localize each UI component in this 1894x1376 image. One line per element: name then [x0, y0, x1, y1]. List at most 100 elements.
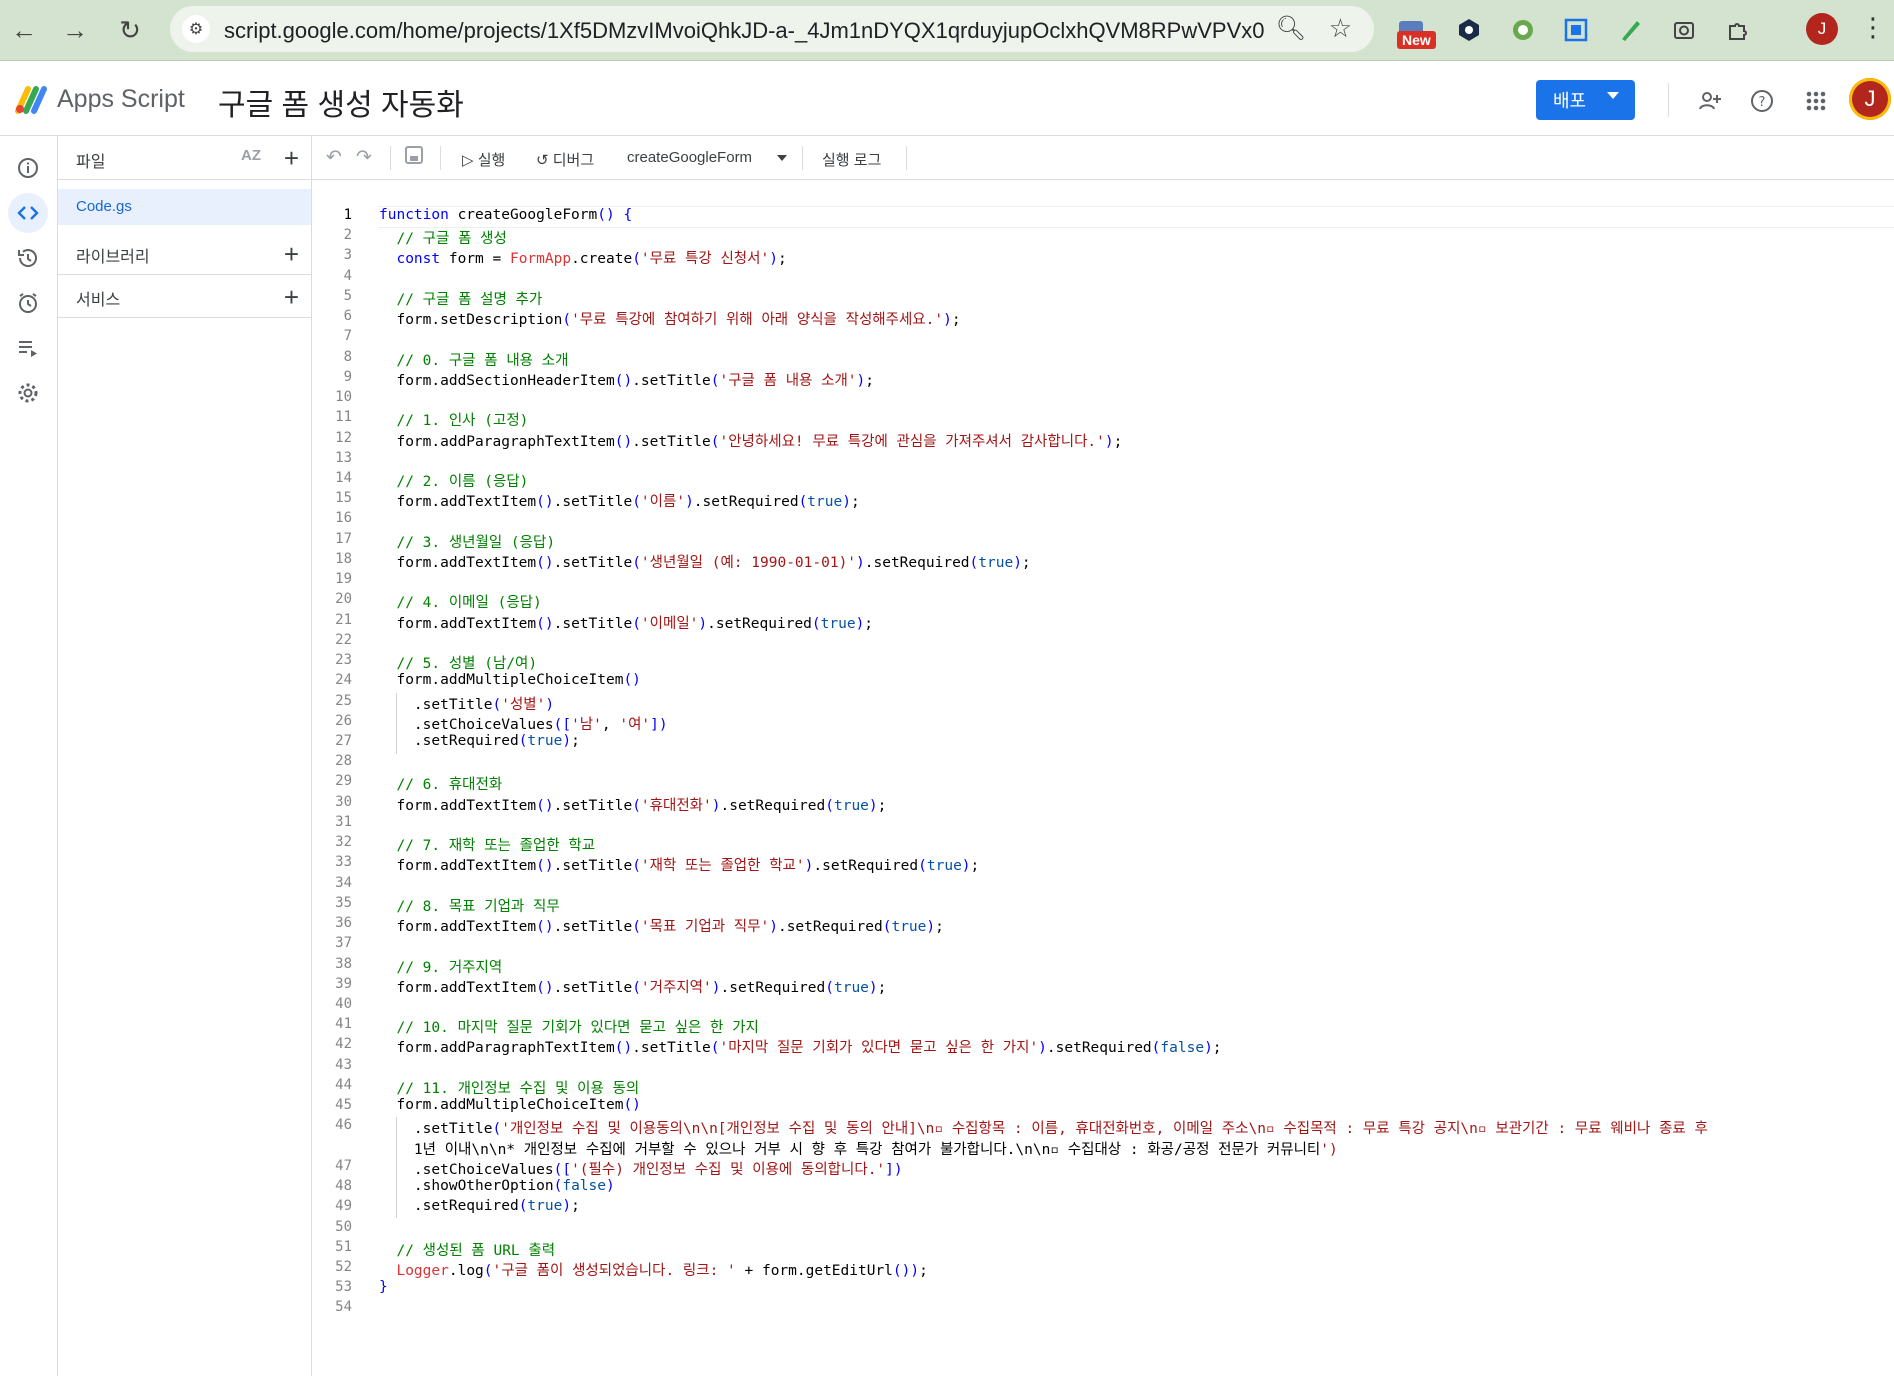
- app-name[interactable]: Apps Script: [57, 85, 185, 114]
- code-line[interactable]: // 구글 폼 설명 추가: [379, 288, 542, 308]
- code-line[interactable]: const form = FormApp.create('무료 특강 신청서')…: [379, 247, 786, 267]
- address-bar[interactable]: ⚙ script.google.com/home/projects/1Xf5DM…: [170, 6, 1374, 52]
- code-line[interactable]: // 8. 목표 기업과 직무: [379, 895, 559, 915]
- history-icon[interactable]: [8, 238, 48, 278]
- line-number: 38: [335, 956, 352, 972]
- code-line[interactable]: .showOtherOption(false): [379, 1178, 615, 1198]
- deploy-button[interactable]: 배포: [1536, 80, 1635, 120]
- line-number: 53: [335, 1279, 352, 1295]
- triggers-alarm-icon[interactable]: [8, 283, 48, 323]
- code-line[interactable]: .setTitle('성별'): [379, 693, 554, 713]
- app-header: Apps Script 구글 폼 생성 자동화 배포 ? J: [0, 61, 1894, 136]
- code-line[interactable]: Logger.log('구글 폼이 생성되었습니다. 링크: ' + form.…: [379, 1259, 927, 1279]
- code-line[interactable]: // 1. 인사 (고정): [379, 409, 528, 429]
- chevron-down-icon[interactable]: [777, 155, 787, 161]
- pen-icon[interactable]: [1613, 13, 1647, 47]
- code-line[interactable]: .setRequired(true);: [379, 733, 580, 753]
- line-number: 1: [343, 207, 352, 223]
- code-line[interactable]: // 9. 거주지역: [379, 956, 502, 976]
- line-number: 2: [343, 227, 352, 243]
- add-file-plus-icon[interactable]: +: [284, 145, 299, 171]
- code-line[interactable]: form.addTextItem().setTitle('이메일').setRe…: [379, 612, 873, 632]
- line-number: 47: [335, 1158, 352, 1174]
- code-line[interactable]: .setTitle('개인정보 수집 및 이용동의\n\n[개인정보 수집 및 …: [379, 1117, 1708, 1137]
- extensions-puzzle-icon[interactable]: [1721, 13, 1755, 47]
- code-line[interactable]: // 7. 재학 또는 졸업한 학교: [379, 834, 595, 854]
- back-icon[interactable]: ←: [6, 12, 42, 48]
- user-avatar[interactable]: J: [1849, 78, 1891, 120]
- apps-grid-icon[interactable]: [1800, 85, 1832, 117]
- files-header: 파일 AZ +: [58, 136, 311, 180]
- run-button[interactable]: ▷ 실행: [462, 149, 505, 170]
- help-icon[interactable]: ?: [1746, 85, 1778, 117]
- redo-icon[interactable]: ↷: [356, 146, 372, 169]
- line-number: 30: [335, 794, 352, 810]
- browser-menu-icon[interactable]: ⋮: [1860, 12, 1886, 43]
- code-line[interactable]: // 생성된 폼 URL 출력: [379, 1239, 555, 1259]
- code-line[interactable]: form.addTextItem().setTitle('생년월일 (예: 19…: [379, 551, 1030, 571]
- code-line[interactable]: // 11. 개인정보 수집 및 이용 동의: [379, 1077, 639, 1097]
- execution-log-button[interactable]: 실행 로그: [822, 149, 881, 170]
- debug-label: 디버그: [552, 152, 595, 169]
- code-line[interactable]: // 6. 휴대전화: [379, 773, 502, 793]
- sort-az-icon[interactable]: AZ: [241, 147, 261, 164]
- code-line[interactable]: // 10. 마지막 질문 기회가 있다면 묻고 싶은 한 가지: [379, 1016, 758, 1036]
- code-line[interactable]: form.addMultipleChoiceItem(): [379, 1097, 640, 1117]
- file-item-code-gs[interactable]: Code.gs: [58, 189, 311, 225]
- code-editor[interactable]: 1 2 3 4 5 6 7 8 9 10 11 12 13 14 15 16 17 18 19 20 21 22 23 24 2…: [312, 180, 1894, 1376]
- code-line[interactable]: // 3. 생년월일 (응답): [379, 531, 555, 551]
- code-line[interactable]: // 2. 이름 (응답): [379, 470, 528, 490]
- function-selector[interactable]: createGoogleForm: [627, 149, 752, 166]
- line-number: 33: [335, 854, 352, 870]
- extension-hex-icon[interactable]: [1452, 13, 1486, 47]
- camera-icon[interactable]: [1667, 13, 1701, 47]
- line-number: 37: [335, 935, 352, 951]
- code-line[interactable]: form.addTextItem().setTitle('이름').setReq…: [379, 490, 859, 510]
- debug-button[interactable]: ↺ 디버그: [536, 149, 594, 170]
- code-line[interactable]: function createGoogleForm() {: [379, 207, 632, 227]
- editor-code-icon[interactable]: [8, 193, 48, 233]
- code-line[interactable]: .setChoiceValues(['(필수) 개인정보 수집 및 이용에 동의…: [379, 1158, 903, 1178]
- code-line[interactable]: form.addTextItem().setTitle('재학 또는 졸업한 학…: [379, 854, 979, 874]
- project-title[interactable]: 구글 폼 생성 자동화: [218, 80, 464, 124]
- browser-profile-avatar[interactable]: J: [1806, 13, 1838, 45]
- executions-list-icon[interactable]: [8, 328, 48, 368]
- extension-color-icon[interactable]: [1506, 13, 1540, 47]
- overview-info-icon[interactable]: [8, 148, 48, 188]
- add-service-plus-icon[interactable]: +: [284, 284, 299, 310]
- settings-gear-icon[interactable]: [8, 373, 48, 413]
- line-number: 27: [335, 733, 352, 749]
- reload-icon[interactable]: ↻: [112, 12, 148, 48]
- undo-icon[interactable]: ↶: [326, 146, 342, 169]
- services-section[interactable]: 서비스 +: [58, 275, 311, 318]
- code-line[interactable]: 1년 이내\n\n* 개인정보 수집에 거부할 수 있으나 거부 시 향 후 특…: [379, 1138, 1338, 1158]
- add-library-plus-icon[interactable]: +: [284, 241, 299, 267]
- site-settings-icon[interactable]: ⚙: [182, 15, 210, 43]
- url-text[interactable]: script.google.com/home/projects/1Xf5DMzv…: [224, 18, 1264, 44]
- line-number: 5: [343, 288, 352, 304]
- zoom-icon[interactable]: 🔍︎: [1276, 14, 1306, 43]
- code-line[interactable]: form.setDescription('무료 특강에 참여하기 위해 아래 양…: [379, 308, 960, 328]
- apps-script-logo: [15, 86, 47, 114]
- screen-capture-icon[interactable]: [1559, 13, 1593, 47]
- code-line[interactable]: // 구글 폼 생성: [379, 227, 506, 247]
- code-line[interactable]: form.addTextItem().setTitle('목표 기업과 직무')…: [379, 915, 943, 935]
- code-line[interactable]: form.addTextItem().setTitle('휴대전화').setR…: [379, 794, 886, 814]
- libraries-section[interactable]: 라이브러리 +: [58, 232, 311, 275]
- code-line[interactable]: form.addParagraphTextItem().setTitle('마지…: [379, 1036, 1221, 1056]
- code-line[interactable]: // 5. 성별 (남/여): [379, 652, 537, 672]
- code-line[interactable]: // 4. 이메일 (응답): [379, 591, 541, 611]
- code-line[interactable]: form.addParagraphTextItem().setTitle('안녕…: [379, 430, 1122, 450]
- line-number: 50: [335, 1219, 352, 1235]
- share-person-add-icon[interactable]: [1694, 85, 1726, 117]
- code-line[interactable]: form.addSectionHeaderItem().setTitle('구글…: [379, 369, 874, 389]
- bookmark-star-icon[interactable]: ☆: [1329, 13, 1352, 44]
- code-line[interactable]: // 0. 구글 폼 내용 소개: [379, 349, 568, 369]
- code-line[interactable]: form.addMultipleChoiceItem(): [379, 672, 640, 692]
- code-line[interactable]: }: [379, 1279, 388, 1299]
- code-line[interactable]: .setChoiceValues(['남', '여']): [379, 713, 668, 733]
- code-line[interactable]: form.addTextItem().setTitle('거주지역').setR…: [379, 976, 886, 996]
- save-icon[interactable]: [404, 145, 424, 171]
- code-line[interactable]: .setRequired(true);: [379, 1198, 580, 1218]
- forward-icon[interactable]: →: [57, 12, 93, 48]
